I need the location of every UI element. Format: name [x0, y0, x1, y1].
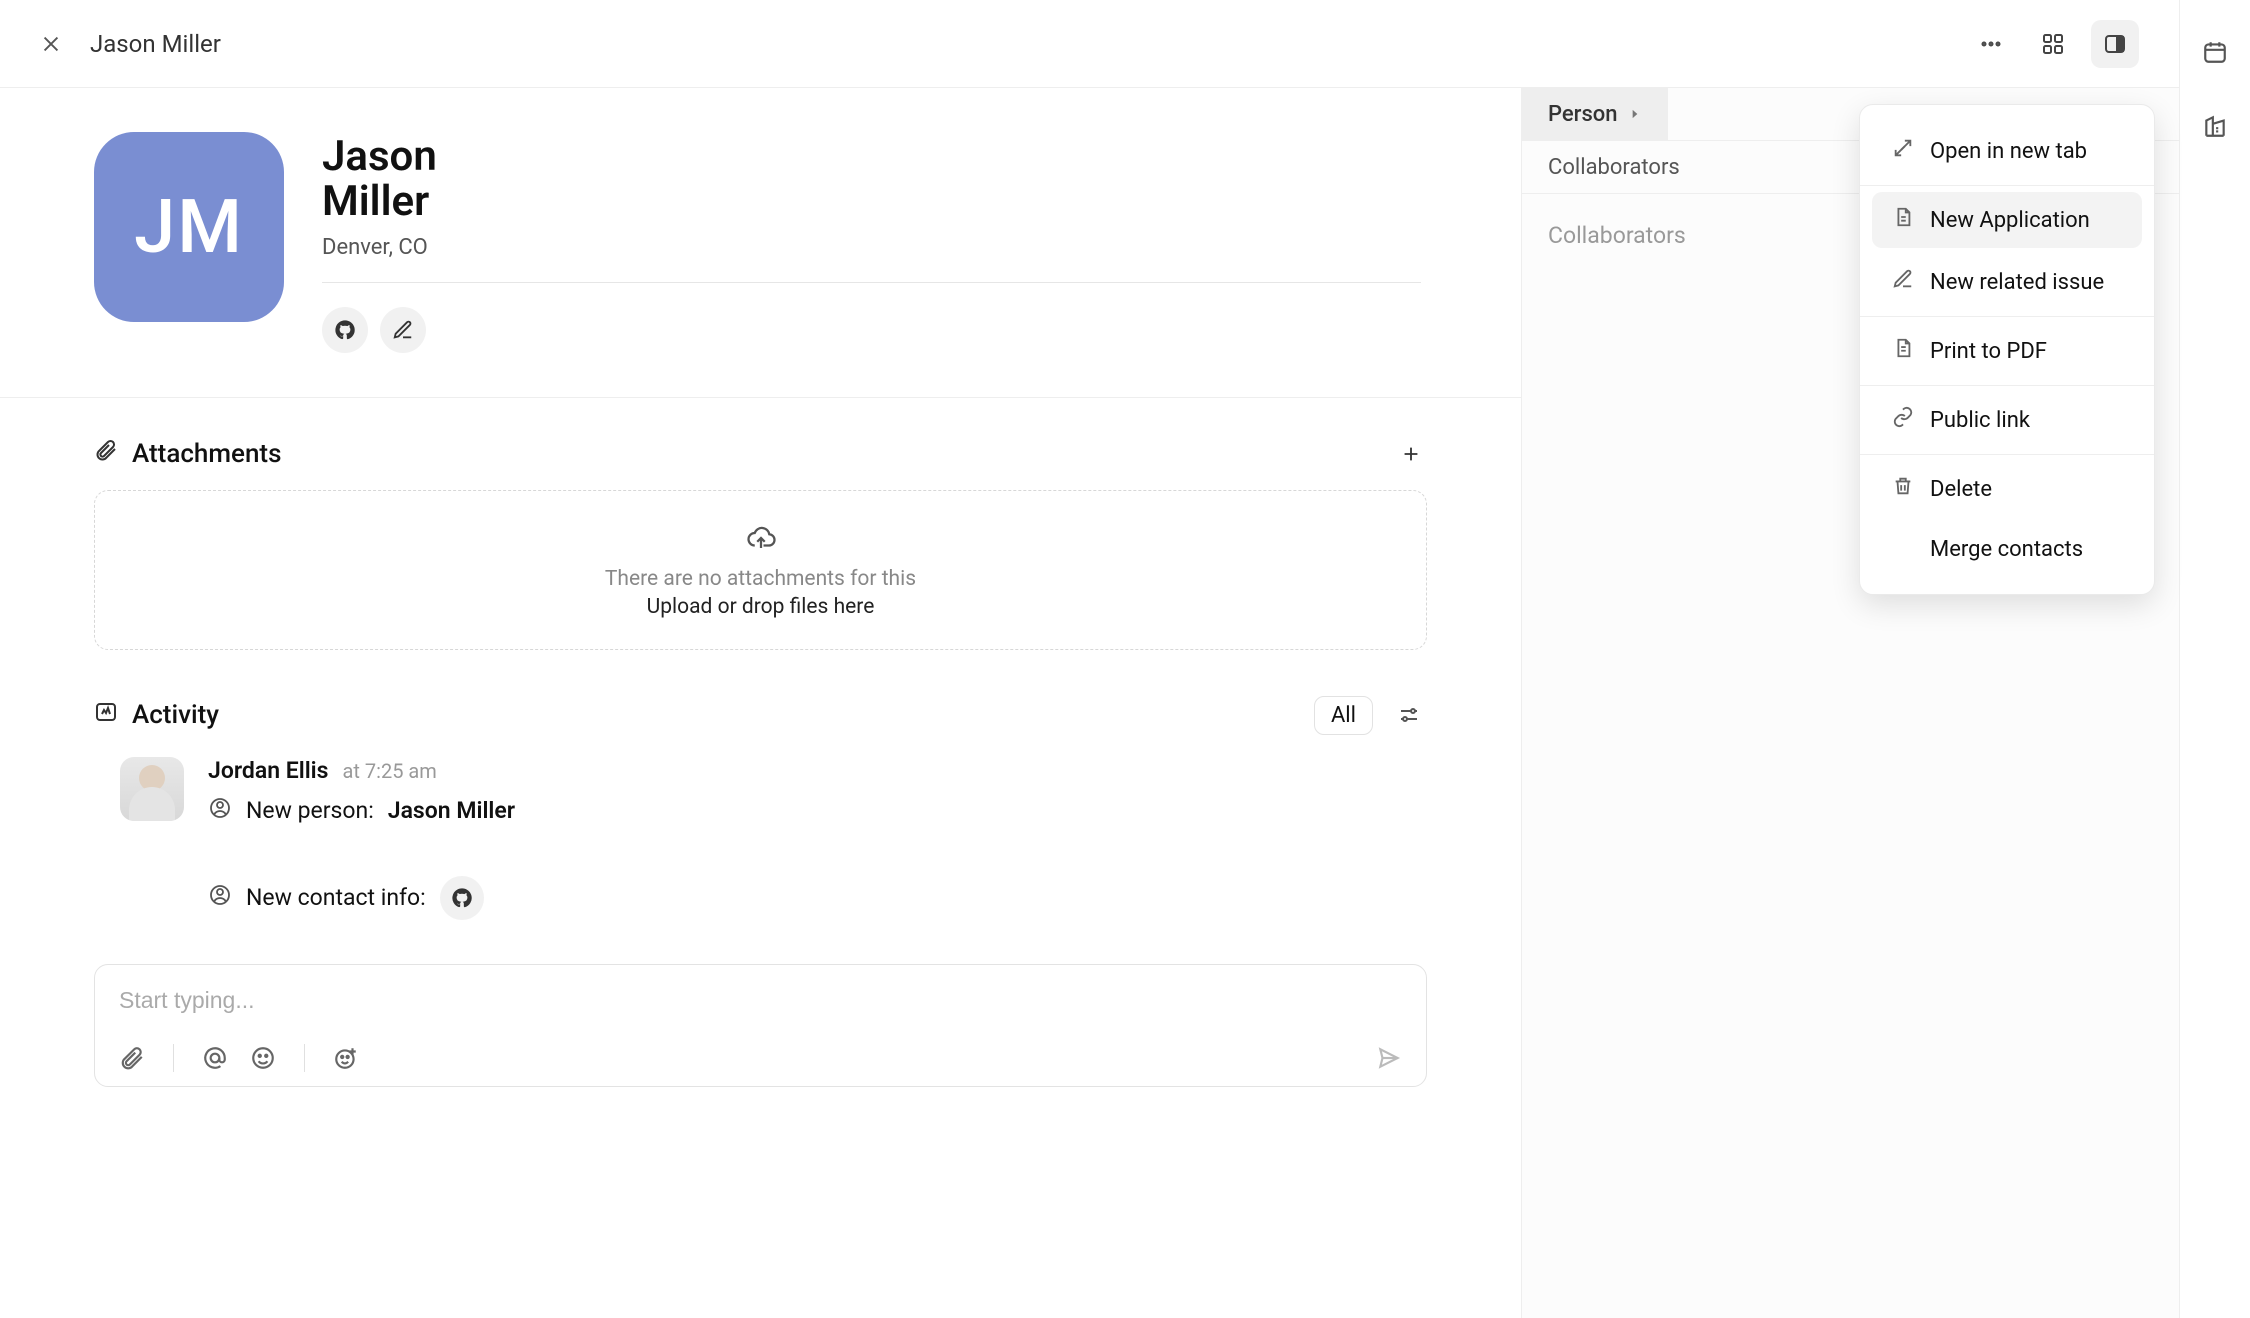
activity-filter-all[interactable]: All	[1314, 696, 1373, 735]
menu-delete[interactable]: Delete	[1872, 461, 2142, 517]
menu-print-pdf[interactable]: Print to PDF	[1872, 323, 2142, 379]
github-button[interactable]	[322, 307, 368, 353]
activity-contact-info-label: New contact info:	[246, 884, 426, 911]
edit-button[interactable]	[380, 307, 426, 353]
menu-merge-contacts[interactable]: Merge contacts	[1872, 523, 2142, 576]
divider	[304, 1044, 305, 1072]
composer-input[interactable]	[119, 987, 1402, 1014]
person-icon	[208, 796, 232, 826]
menu-public-link[interactable]: Public link	[1872, 392, 2142, 448]
menu-new-issue[interactable]: New related issue	[1872, 254, 2142, 310]
composer	[94, 964, 1427, 1087]
dropzone-empty-text: There are no attachments for this	[95, 567, 1426, 591]
menu-new-application[interactable]: New Application	[1872, 192, 2142, 248]
attachments-title: Attachments	[132, 439, 281, 469]
page-title: Jason Miller	[90, 30, 221, 58]
paperclip-icon	[94, 438, 118, 469]
collaborators-label: Collaborators	[1548, 222, 1686, 249]
github-chip[interactable]	[440, 876, 484, 920]
send-button[interactable]	[1376, 1045, 1402, 1071]
attachments-dropzone[interactable]: There are no attachments for this Upload…	[94, 490, 1427, 650]
activity-icon	[94, 700, 118, 731]
cloud-upload-icon	[744, 538, 778, 557]
pencil-icon	[1892, 268, 1914, 296]
document-icon	[1892, 337, 1914, 365]
mention-button[interactable]	[202, 1045, 228, 1071]
menu-open-new-tab[interactable]: Open in new tab	[1872, 123, 2142, 179]
person-icon	[208, 883, 232, 913]
more-button[interactable]	[1967, 20, 2015, 68]
open-external-icon	[1892, 137, 1914, 165]
add-reaction-button[interactable]	[333, 1045, 359, 1071]
chevron-right-icon	[1628, 102, 1642, 127]
dropzone-upload-text: Upload or drop files here	[95, 595, 1426, 619]
trash-icon	[1892, 475, 1914, 503]
divider	[173, 1044, 174, 1072]
tab-collaborators[interactable]: Collaborators	[1522, 141, 1706, 193]
profile-location: Denver, CO	[322, 235, 1421, 260]
grid-view-button[interactable]	[2029, 20, 2077, 68]
activity-new-person-value: Jason Miller	[388, 797, 515, 824]
tab-person[interactable]: Person	[1522, 88, 1668, 140]
profile-name-line1: Jason	[322, 134, 1421, 179]
document-icon	[1892, 206, 1914, 234]
close-button[interactable]	[36, 29, 66, 59]
calendar-button[interactable]	[2193, 30, 2237, 74]
emoji-button[interactable]	[250, 1045, 276, 1071]
context-menu: Open in new tab New Application	[1859, 104, 2155, 595]
profile-name-line2: Miller	[322, 179, 1421, 224]
add-attachment-button[interactable]	[1395, 438, 1427, 470]
link-icon	[1892, 406, 1914, 434]
activity-timestamp: at 7:25 am	[342, 759, 436, 783]
avatar: JM	[94, 132, 284, 322]
activity-new-person-label: New person:	[246, 797, 374, 824]
attach-button[interactable]	[119, 1045, 145, 1071]
building-button[interactable]	[2193, 104, 2237, 148]
side-panel-toggle[interactable]	[2091, 20, 2139, 68]
activity-settings-button[interactable]	[1391, 697, 1427, 733]
activity-title: Activity	[132, 700, 219, 730]
actor-avatar	[120, 757, 184, 821]
actor-name: Jordan Ellis	[208, 757, 328, 784]
divider	[322, 282, 1421, 283]
